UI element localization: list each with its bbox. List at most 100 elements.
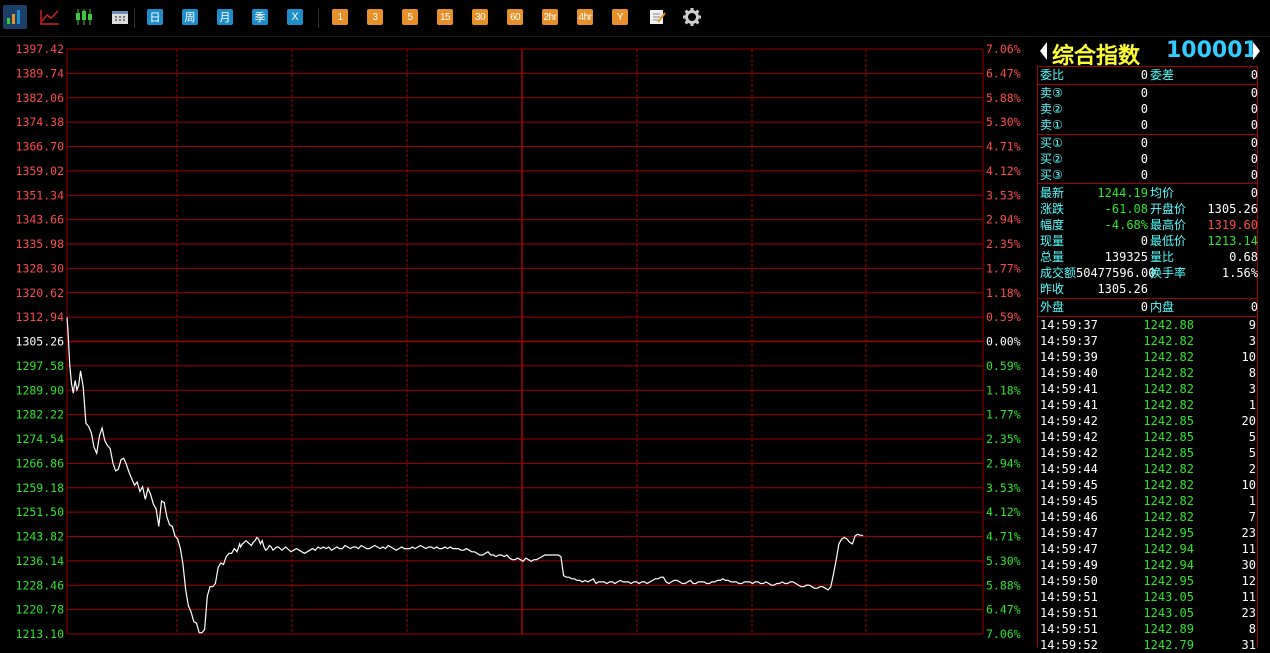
tick-trade-row: 14:59:39 1242.82 10 <box>1040 349 1258 365</box>
calendar-icon[interactable] <box>108 5 132 29</box>
trade-price: 1242.85 <box>1143 446 1194 460</box>
trade-time: 14:59:37 <box>1040 334 1098 348</box>
minute-30-button[interactable]: 30 <box>472 9 488 25</box>
tick-trade-row: 14:59:42 1242.85 20 <box>1040 413 1258 429</box>
left-tick-label: 1343.66 <box>16 213 65 227</box>
minute-15-button[interactable]: 15 <box>437 9 453 25</box>
bid-level-row: 买① 0 0 <box>1040 135 1258 151</box>
period-month-button[interactable]: 月 <box>217 9 233 25</box>
right-tick-label: 4.71% <box>986 140 1021 154</box>
trade-time: 14:59:42 <box>1040 446 1098 460</box>
left-tick-label: 1274.54 <box>16 432 65 446</box>
period-day-button[interactable]: 日 <box>147 9 163 25</box>
trade-time: 14:59:45 <box>1040 494 1098 508</box>
stat-value: 0 <box>1140 234 1148 248</box>
left-tick-label: 1397.42 <box>16 42 64 56</box>
waipan-value: 0 <box>1140 300 1148 314</box>
minute-5-button[interactable]: 5 <box>402 9 418 25</box>
outer-inner-row: 外盘 0 内盘 0 <box>1040 299 1258 315</box>
left-tick-label: 1297.58 <box>16 359 65 373</box>
edit-note-icon[interactable] <box>645 5 669 29</box>
panel-header: 综合指数 100001 <box>1040 38 1260 69</box>
right-tick-label: 1.77% <box>986 408 1021 422</box>
candlestick-icon[interactable] <box>73 5 97 29</box>
stat-row: 幅度 -4.68% 最高价 1319.60 <box>1040 217 1258 233</box>
trade-price: 1242.94 <box>1143 558 1194 572</box>
ask-price: 0 <box>1140 102 1148 116</box>
trade-time: 14:59:40 <box>1040 366 1098 380</box>
left-tick-label: 1351.34 <box>16 188 65 202</box>
settings-gear-icon[interactable] <box>680 5 704 29</box>
trade-price: 1242.79 <box>1143 638 1194 652</box>
minute-4hr-button[interactable]: 4hr <box>577 9 593 25</box>
ask-label: 卖① <box>1040 118 1063 132</box>
left-tick-label: 1282.22 <box>16 408 64 422</box>
stat-row: 总量 139325 量比 0.68 <box>1040 249 1258 265</box>
stat-label: 最低价 <box>1150 234 1187 248</box>
trade-price: 1243.05 <box>1143 590 1194 604</box>
trade-volume: 11 <box>1241 590 1256 604</box>
trade-time: 14:59:47 <box>1040 542 1098 556</box>
prev-arrow-icon[interactable] <box>1040 42 1047 60</box>
trade-volume: 3 <box>1248 334 1256 348</box>
stat-value: 139325 <box>1104 250 1148 264</box>
trade-volume: 10 <box>1241 350 1256 364</box>
right-tick-label: 0.00% <box>986 335 1021 349</box>
stat-row: 最新 1244.19 均价 0 <box>1040 185 1258 201</box>
tick-trade-row: 14:59:49 1242.94 30 <box>1040 557 1258 573</box>
trade-volume: 23 <box>1241 526 1256 540</box>
right-tick-label: 5.88% <box>986 578 1021 592</box>
next-arrow-icon[interactable] <box>1253 42 1260 60</box>
trade-price: 1242.82 <box>1143 462 1194 476</box>
right-tick-label: 1.18% <box>986 286 1021 300</box>
tick-trade-row: 14:59:46 1242.82 7 <box>1040 509 1258 525</box>
trade-price: 1242.82 <box>1143 494 1194 508</box>
stat-label: 开盘价 <box>1150 202 1187 216</box>
bar-chart-icon[interactable] <box>3 5 27 29</box>
period-quarter-button[interactable]: 季 <box>252 9 268 25</box>
tick-trade-row: 14:59:44 1242.82 2 <box>1040 461 1258 477</box>
trade-time: 14:59:50 <box>1040 574 1098 588</box>
stat-label: 总量 <box>1040 250 1065 264</box>
stat-value: 1244.19 <box>1097 186 1148 200</box>
stat-label: 现量 <box>1040 234 1065 248</box>
stat-label: 均价 <box>1150 186 1175 200</box>
line-chart-icon[interactable] <box>38 5 62 29</box>
left-tick-label: 1259.18 <box>16 481 65 495</box>
minute-Y-button[interactable]: Y <box>612 9 628 25</box>
intraday-price-chart[interactable]: 1397.42 1389.74 1382.06 1374.38 1366.70 1359.… <box>0 36 1036 648</box>
trade-volume: 2 <box>1248 462 1256 476</box>
tick-trade-row: 14:59:45 1242.82 10 <box>1040 477 1258 493</box>
trade-price: 1242.82 <box>1143 510 1194 524</box>
panel-border <box>1037 66 1038 648</box>
stat-value: 0 <box>1250 186 1258 200</box>
bid-volume: 0 <box>1250 168 1258 182</box>
tick-trade-row: 14:59:51 1243.05 11 <box>1040 589 1258 605</box>
right-tick-label: 7.06% <box>986 627 1021 641</box>
minute-3-button[interactable]: 3 <box>367 9 383 25</box>
trade-volume: 5 <box>1248 446 1256 460</box>
trade-price: 1242.94 <box>1143 542 1194 556</box>
neipan-label: 内盘 <box>1150 300 1175 314</box>
trade-volume: 12 <box>1241 574 1256 588</box>
period-week-button[interactable]: 周 <box>182 9 198 25</box>
ask-price: 0 <box>1140 118 1148 132</box>
trade-volume: 1 <box>1248 398 1256 412</box>
right-tick-label: 0.59% <box>986 310 1021 324</box>
right-tick-label: 2.35% <box>986 237 1021 251</box>
trade-price: 1242.85 <box>1143 430 1194 444</box>
period-x-button[interactable]: X <box>287 9 303 25</box>
minute-2hr-button[interactable]: 2hr <box>542 9 558 25</box>
stat-label: 昨收 <box>1040 282 1065 296</box>
minute-1-button[interactable]: 1 <box>332 9 348 25</box>
tick-trade-row: 14:59:47 1242.95 23 <box>1040 525 1258 541</box>
right-tick-label: 7.06% <box>986 42 1021 56</box>
trade-time: 14:59:41 <box>1040 398 1098 412</box>
trade-time: 14:59:39 <box>1040 350 1098 364</box>
trade-price: 1242.89 <box>1143 622 1194 636</box>
trade-volume: 31 <box>1241 638 1256 652</box>
stat-label: 幅度 <box>1040 218 1065 232</box>
bid-volume: 0 <box>1250 136 1258 150</box>
minute-60-button[interactable]: 60 <box>507 9 523 25</box>
trade-volume: 20 <box>1241 414 1256 428</box>
